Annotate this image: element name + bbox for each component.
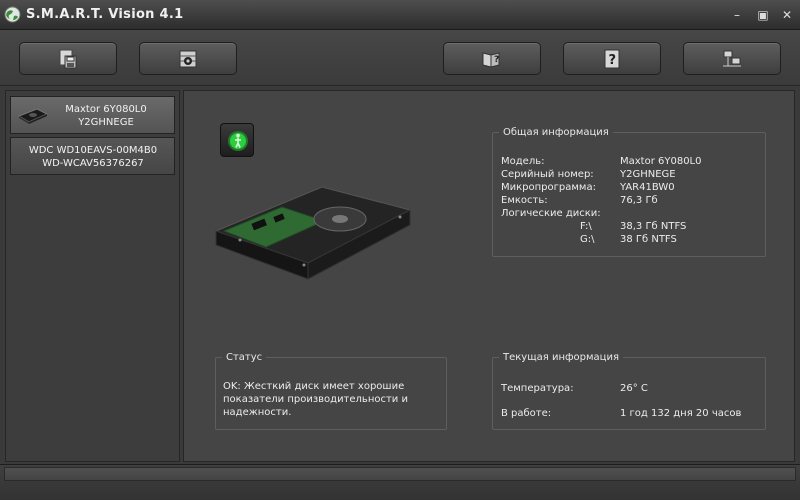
drive-info: 38 Гб NTFS: [620, 234, 677, 245]
close-icon[interactable]: ✕: [779, 7, 795, 23]
question-icon: ?: [604, 49, 620, 68]
toolbar: ? ?: [0, 30, 800, 86]
disk-model-label: Maxtor 6Y080L0: [65, 104, 147, 115]
window-title: S.M.A.R.T. Vision 4.1: [26, 7, 184, 22]
drive-letter: G:\: [580, 234, 595, 245]
capacity-value: 76,3 Гб: [620, 195, 658, 206]
globe-icon: [4, 6, 21, 23]
disk-model-label: WDC WD10EAVS-00M4B0: [28, 145, 158, 156]
help-button[interactable]: ?: [563, 42, 661, 75]
maximize-icon[interactable]: ▣: [755, 7, 771, 23]
disk-list: Maxtor 6Y080L0 Y2GHNEGE WDC WD10EAVS-00M…: [5, 90, 180, 462]
settings-button[interactable]: [139, 42, 237, 75]
disk-item-wdc[interactable]: WDC WD10EAVS-00M4B0 WD-WCAV56376267: [10, 137, 175, 175]
uptime-value: 1 год 132 дня 20 часов: [620, 408, 742, 419]
hard-drive-image: [214, 186, 412, 280]
drive-info: 38,3 Гб NTFS: [620, 221, 687, 232]
model-label: Модель:: [501, 156, 545, 167]
temperature-value: 26° C: [620, 383, 648, 394]
model-value: Maxtor 6Y080L0: [620, 156, 702, 167]
general-info-group: Общая информация Модель: Maxtor 6Y080L0 …: [492, 127, 766, 257]
disk-serial-label: WD-WCAV56376267: [42, 158, 144, 169]
firmware-value: YAR41BW0: [620, 182, 675, 193]
title-bar: S.M.A.R.T. Vision 4.1 – ▣ ✕: [0, 0, 800, 30]
disk-item-maxtor[interactable]: Maxtor 6Y080L0 Y2GHNEGE: [10, 96, 175, 134]
current-info-group: Текущая информация Температура: 26° C В …: [492, 352, 766, 430]
hdd-icon: [17, 108, 49, 124]
help-book-icon: ?: [482, 51, 500, 68]
settings-icon: [179, 50, 197, 67]
status-legend: Статус: [226, 352, 263, 363]
status-ok-icon: [228, 131, 248, 151]
general-info-legend: Общая информация: [503, 127, 609, 138]
serial-value: Y2GHNEGE: [620, 169, 676, 180]
drive-letter: F:\: [580, 221, 592, 232]
network-icon: [723, 50, 741, 66]
help-book-button[interactable]: ?: [443, 42, 541, 75]
svg-text:?: ?: [609, 53, 617, 68]
uptime-label: В работе:: [501, 408, 552, 419]
status-light: [220, 123, 254, 157]
firmware-label: Микропрограмма:: [501, 182, 596, 193]
save-report-button[interactable]: [19, 42, 117, 75]
minimize-icon[interactable]: –: [729, 7, 745, 23]
serial-label: Серийный номер:: [501, 169, 594, 180]
current-info-legend: Текущая информация: [503, 352, 620, 363]
save-report-icon: [59, 49, 77, 68]
disk-details-panel: Общая информация Модель: Maxtor 6Y080L0 …: [183, 90, 795, 462]
svg-text:?: ?: [494, 55, 499, 65]
status-bar-panel: [4, 467, 796, 481]
status-group: Статус OK: Жесткий диск имеет хорошие по…: [215, 352, 447, 430]
temperature-label: Температура:: [501, 383, 574, 394]
status-text: OK: Жесткий диск имеет хорошие показател…: [223, 381, 408, 418]
status-bar: [0, 464, 800, 500]
network-button[interactable]: [683, 42, 781, 75]
logical-disks-label: Логические диски:: [501, 208, 601, 219]
disk-serial-label: Y2GHNEGE: [78, 117, 134, 128]
capacity-label: Емкость:: [501, 195, 548, 206]
